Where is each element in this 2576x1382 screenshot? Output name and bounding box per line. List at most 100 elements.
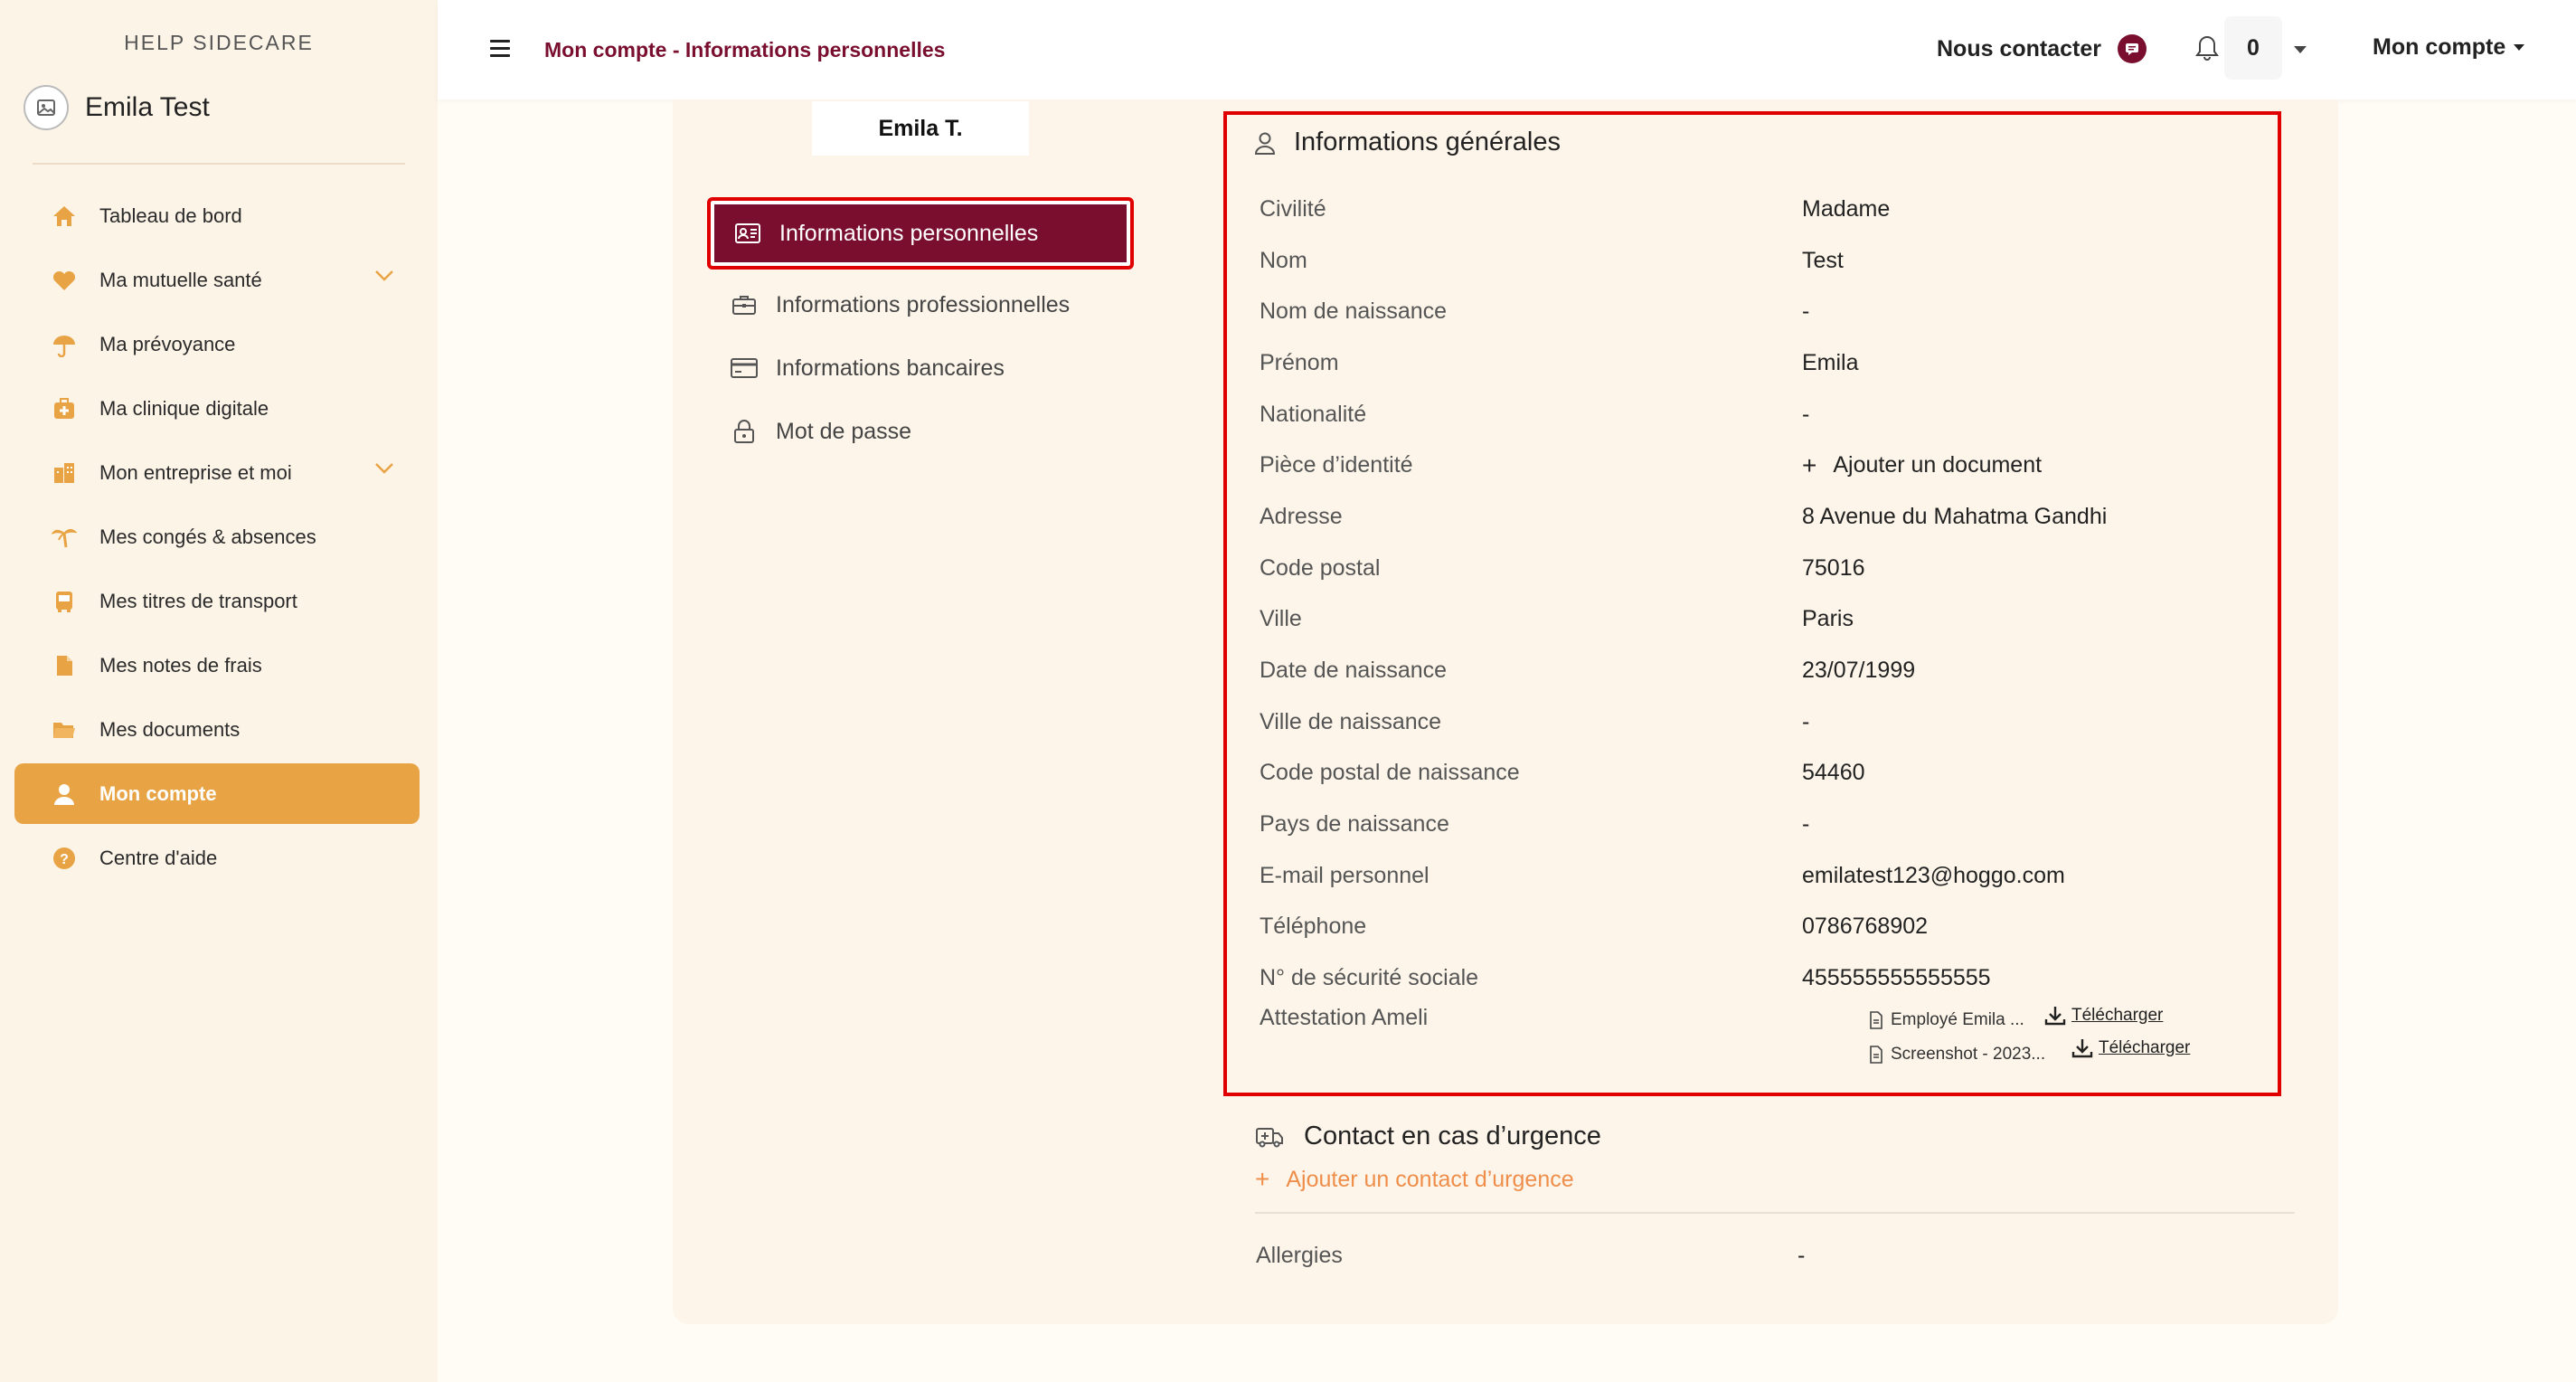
sidebar-item-health-insurance[interactable]: Ma mutuelle santé	[14, 250, 420, 310]
row-value: emilatest123@hoggo.com	[1802, 862, 2065, 888]
plus-icon: +	[1255, 1165, 1270, 1193]
bell-icon[interactable]	[2195, 34, 2219, 62]
medical-case-icon	[51, 395, 78, 422]
breadcrumb: Mon compte - Informations personnelles	[544, 38, 946, 62]
attachment-file: Employé Emila ...	[1869, 1007, 2024, 1034]
info-row-birth-name: Nom de naissance -	[1260, 286, 2254, 337]
row-value: Madame	[1802, 195, 1891, 222]
sidebar-item-digital-clinic[interactable]: Ma clinique digitale	[14, 378, 420, 439]
brand-logo-text: HELP SIDECARE	[124, 31, 314, 54]
sidebar-item-label: Ma mutuelle santé	[99, 268, 262, 291]
home-icon	[51, 203, 78, 230]
account-label: Mon compte	[2373, 34, 2506, 60]
ambulance-icon	[1256, 1127, 1283, 1147]
info-row-email: E-mail personnel emilatest123@hoggo.com	[1260, 850, 2254, 902]
info-row-last-name: Nom Test	[1260, 235, 2254, 287]
section-title-text: Informations générales	[1294, 128, 1561, 156]
sidebar-item-company[interactable]: Mon entreprise et moi	[14, 442, 420, 503]
sidebar-item-provident[interactable]: Ma prévoyance	[14, 314, 420, 374]
sidebar-user[interactable]: Emila Test	[24, 85, 210, 130]
tab-label: Informations professionnelles	[776, 291, 1071, 317]
row-value: -	[1802, 811, 1810, 838]
info-row-id-document: Pièce d’identité + Ajouter un document	[1260, 440, 2254, 491]
notification-count[interactable]: 0	[2224, 16, 2282, 80]
sidebar-item-expenses[interactable]: Mes notes de frais	[14, 635, 420, 696]
account-subnav: Informations personnelles Informations p…	[707, 197, 1134, 463]
download-label: Télécharger	[2099, 1038, 2191, 1057]
tab-professional-info[interactable]: Informations professionnelles	[707, 273, 1134, 336]
user-outline-icon	[1254, 132, 1276, 155]
tab-personal-info[interactable]: Informations personnelles	[707, 197, 1134, 270]
divider	[33, 163, 405, 165]
row-label: Nom de naissance	[1260, 298, 1448, 325]
info-row-birth-date: Date de naissance 23/07/1999	[1260, 645, 2254, 696]
caret-down-icon[interactable]	[2293, 45, 2307, 54]
row-value: 455555555555555	[1802, 965, 1991, 991]
add-document-link[interactable]: + Ajouter un document	[1802, 451, 2042, 480]
info-row-birth-country: Pays de naissance -	[1260, 799, 2254, 850]
info-row-address: Adresse 8 Avenue du Mahatma Gandhi	[1260, 491, 2254, 543]
row-label: Prénom	[1260, 349, 1339, 375]
row-value: -	[1802, 708, 1810, 734]
sidebar-user-name: Emila Test	[85, 92, 210, 122]
row-value: 75016	[1802, 554, 1865, 581]
help-icon: ?	[51, 845, 78, 872]
row-label: Ville	[1260, 606, 1302, 632]
contact-button[interactable]: Nous contacter	[1937, 34, 2147, 63]
divider	[1255, 1212, 2295, 1214]
info-row-city: Ville Paris	[1260, 594, 2254, 646]
sidebar-item-label: Tableau de bord	[99, 204, 242, 227]
add-emergency-contact-link[interactable]: + Ajouter un contact d’urgence	[1255, 1165, 1574, 1194]
sidebar-item-leaves[interactable]: Mes congés & absences	[14, 506, 420, 567]
info-row-civility: Civilité Madame	[1260, 184, 2254, 235]
tab-label: Informations personnelles	[779, 220, 1039, 246]
row-label: Nationalité	[1260, 401, 1367, 427]
section-title: Informations générales	[1254, 128, 1561, 157]
sidebar-item-transport[interactable]: Mes titres de transport	[14, 571, 420, 631]
user-icon	[51, 781, 78, 808]
id-card-icon	[734, 220, 761, 247]
download-icon	[2044, 1007, 2066, 1026]
bus-icon	[51, 588, 78, 615]
sidebar-nav: Tableau de bord Ma mutuelle santé Ma pré…	[14, 185, 420, 892]
info-row-social-security: N° de sécurité sociale 455555555555555	[1260, 952, 2254, 1004]
general-info-rows: Civilité Madame Nom Test Nom de naissance -…	[1260, 184, 2254, 1004]
chevron-down-icon[interactable]	[374, 462, 394, 475]
row-label: Ville de naissance	[1260, 708, 1442, 734]
account-dropdown[interactable]: Mon compte	[2373, 34, 2525, 61]
sidebar-item-account[interactable]: Mon compte	[14, 763, 420, 824]
sidebar-item-documents[interactable]: Mes documents	[14, 699, 420, 760]
profile-name-tag: Emila T.	[812, 101, 1029, 156]
row-label: Téléphone	[1260, 913, 1367, 940]
sidebar-item-dashboard[interactable]: Tableau de bord	[14, 185, 420, 246]
tab-password[interactable]: Mot de passe	[707, 400, 1134, 463]
image-icon	[37, 99, 55, 116]
avatar[interactable]	[24, 85, 69, 130]
allergies-value: -	[1798, 1243, 1806, 1268]
tab-banking-info[interactable]: Informations bancaires	[707, 336, 1134, 400]
info-row-phone: Téléphone 0786768902	[1260, 902, 2254, 953]
row-label: Date de naissance	[1260, 658, 1448, 684]
row-value: 8 Avenue du Mahatma Gandhi	[1802, 503, 2108, 529]
plus-icon: +	[1802, 450, 1817, 479]
sidebar-item-label: Ma prévoyance	[99, 332, 236, 355]
menu-icon[interactable]	[490, 40, 510, 58]
emergency-section-title: Contact en cas d’urgence	[1255, 1122, 1601, 1151]
download-link[interactable]: Télécharger	[2071, 1037, 2190, 1059]
add-document-label: Ajouter un document	[1833, 452, 2043, 478]
emergency-title-text: Contact en cas d’urgence	[1304, 1122, 1601, 1150]
caret-down-icon	[2514, 44, 2525, 51]
row-label: Civilité	[1260, 195, 1326, 222]
chevron-down-icon[interactable]	[374, 270, 394, 282]
row-label: Nom	[1260, 247, 1307, 273]
download-icon	[2071, 1039, 2093, 1058]
sidebar-item-help-center[interactable]: ? Centre d'aide	[14, 828, 420, 888]
sidebar-item-label: Mon entreprise et moi	[99, 460, 292, 484]
tab-label: Mot de passe	[776, 418, 912, 444]
palm-tree-icon	[51, 524, 78, 551]
download-link[interactable]: Télécharger	[2044, 1005, 2163, 1027]
add-emergency-contact-label: Ajouter un contact d’urgence	[1286, 1166, 1574, 1192]
row-label: Code postal de naissance	[1260, 760, 1520, 786]
topbar: Mon compte - Informations personnelles N…	[438, 0, 2576, 99]
sidebar-item-label: Ma clinique digitale	[99, 396, 269, 420]
